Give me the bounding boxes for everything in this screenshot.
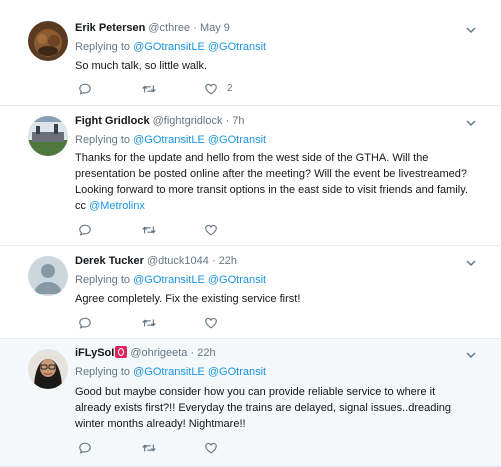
- tweet-text: Agree completely. Fix the existing servi…: [75, 293, 301, 305]
- chevron-down-icon[interactable]: [466, 350, 476, 360]
- replying-to-label: Replying to: [75, 366, 131, 378]
- chevron-down-icon[interactable]: [466, 118, 476, 128]
- tweet-text-line: cc @Metrolinx: [75, 198, 480, 214]
- tweet-text-line: presentation be posted online after the …: [75, 168, 467, 180]
- tweet-fight-gridlock[interactable]: Fight Gridlock @fightgridlock · 7h Reply…: [0, 106, 501, 246]
- separator-dot: ·: [211, 255, 216, 267]
- mention-link[interactable]: @Metrolinx: [89, 200, 145, 212]
- avatar[interactable]: [28, 21, 68, 61]
- like-count: 2: [227, 83, 233, 94]
- reply-icon[interactable]: [78, 441, 92, 455]
- user-handle[interactable]: @cthree: [148, 22, 190, 34]
- mention-link[interactable]: @GOtransitLE: [133, 41, 205, 53]
- tweet-iflysol[interactable]: iFLySoI @ohrigeeta · 22h Replying to @GO…: [0, 339, 501, 467]
- retweet-icon[interactable]: [141, 316, 157, 330]
- heart-icon[interactable]: [204, 223, 218, 237]
- user-handle[interactable]: @dtuck1044: [147, 255, 209, 267]
- mention-link[interactable]: @GOtransitLE: [133, 366, 205, 378]
- display-name[interactable]: Erik Petersen: [75, 22, 145, 34]
- reply-icon[interactable]: [78, 316, 92, 330]
- user-handle[interactable]: @ohrigeeta: [130, 347, 187, 359]
- replying-to-label: Replying to: [75, 41, 131, 53]
- timestamp[interactable]: 22h: [219, 255, 237, 267]
- tweet-text: So much talk, so little walk.: [75, 60, 208, 72]
- red-badge-icon: [115, 346, 128, 358]
- retweet-icon[interactable]: [141, 441, 157, 455]
- separator-dot: ·: [225, 115, 230, 127]
- tweet-erik-petersen[interactable]: Erik Petersen @cthree · May 9 Replying t…: [0, 0, 501, 106]
- mention-link[interactable]: @GOtransitLE: [133, 134, 205, 146]
- heart-icon[interactable]: [204, 316, 218, 330]
- retweet-icon[interactable]: [141, 223, 157, 237]
- reply-icon[interactable]: [78, 223, 92, 237]
- mention-link[interactable]: @GOtransitLE: [133, 274, 205, 286]
- mention-link[interactable]: @GOtransit: [208, 41, 266, 53]
- display-name[interactable]: Fight Gridlock: [75, 115, 150, 127]
- tweet-derek-tucker[interactable]: Derek Tucker @dtuck1044 · 22h Replying t…: [0, 246, 501, 339]
- reply-icon[interactable]: [78, 82, 92, 96]
- mention-link[interactable]: @GOtransit: [208, 134, 266, 146]
- avatar[interactable]: [28, 256, 68, 296]
- heart-icon[interactable]: [204, 82, 218, 96]
- mention-link[interactable]: @GOtransit: [208, 366, 266, 378]
- display-name[interactable]: iFLySoI: [75, 347, 114, 359]
- timestamp[interactable]: May 9: [200, 22, 230, 34]
- cc-label: cc: [75, 200, 86, 212]
- avatar[interactable]: [28, 116, 68, 156]
- tweet-text-line: winter months already! Nightmare!!: [75, 418, 246, 430]
- retweet-icon[interactable]: [141, 82, 157, 96]
- replying-to-label: Replying to: [75, 134, 131, 146]
- tweet-text-line: Good but maybe consider how you can prov…: [75, 386, 436, 398]
- tweet-text-line: Thanks for the update and hello from the…: [75, 152, 429, 164]
- tweet-text-line: Looking forward to more transit options …: [75, 184, 468, 196]
- heart-icon[interactable]: [204, 441, 218, 455]
- tweet-text: Good but maybe consider how you can prov…: [75, 384, 480, 432]
- user-handle[interactable]: @fightgridlock: [153, 115, 223, 127]
- tweet-text-line: already exists first?!! Everyday the tra…: [75, 402, 452, 414]
- separator-dot: ·: [193, 22, 197, 34]
- timestamp[interactable]: 7h: [232, 115, 244, 127]
- avatar[interactable]: [28, 349, 68, 389]
- display-name[interactable]: Derek Tucker: [75, 255, 144, 267]
- timestamp[interactable]: 22h: [197, 347, 215, 359]
- separator-dot: ·: [190, 347, 195, 359]
- chevron-down-icon[interactable]: [466, 25, 476, 35]
- mention-link[interactable]: @GOtransit: [208, 274, 266, 286]
- replying-to-label: Replying to: [75, 274, 131, 286]
- tweet-text: Thanks for the update and hello from the…: [75, 150, 480, 214]
- chevron-down-icon[interactable]: [466, 258, 476, 268]
